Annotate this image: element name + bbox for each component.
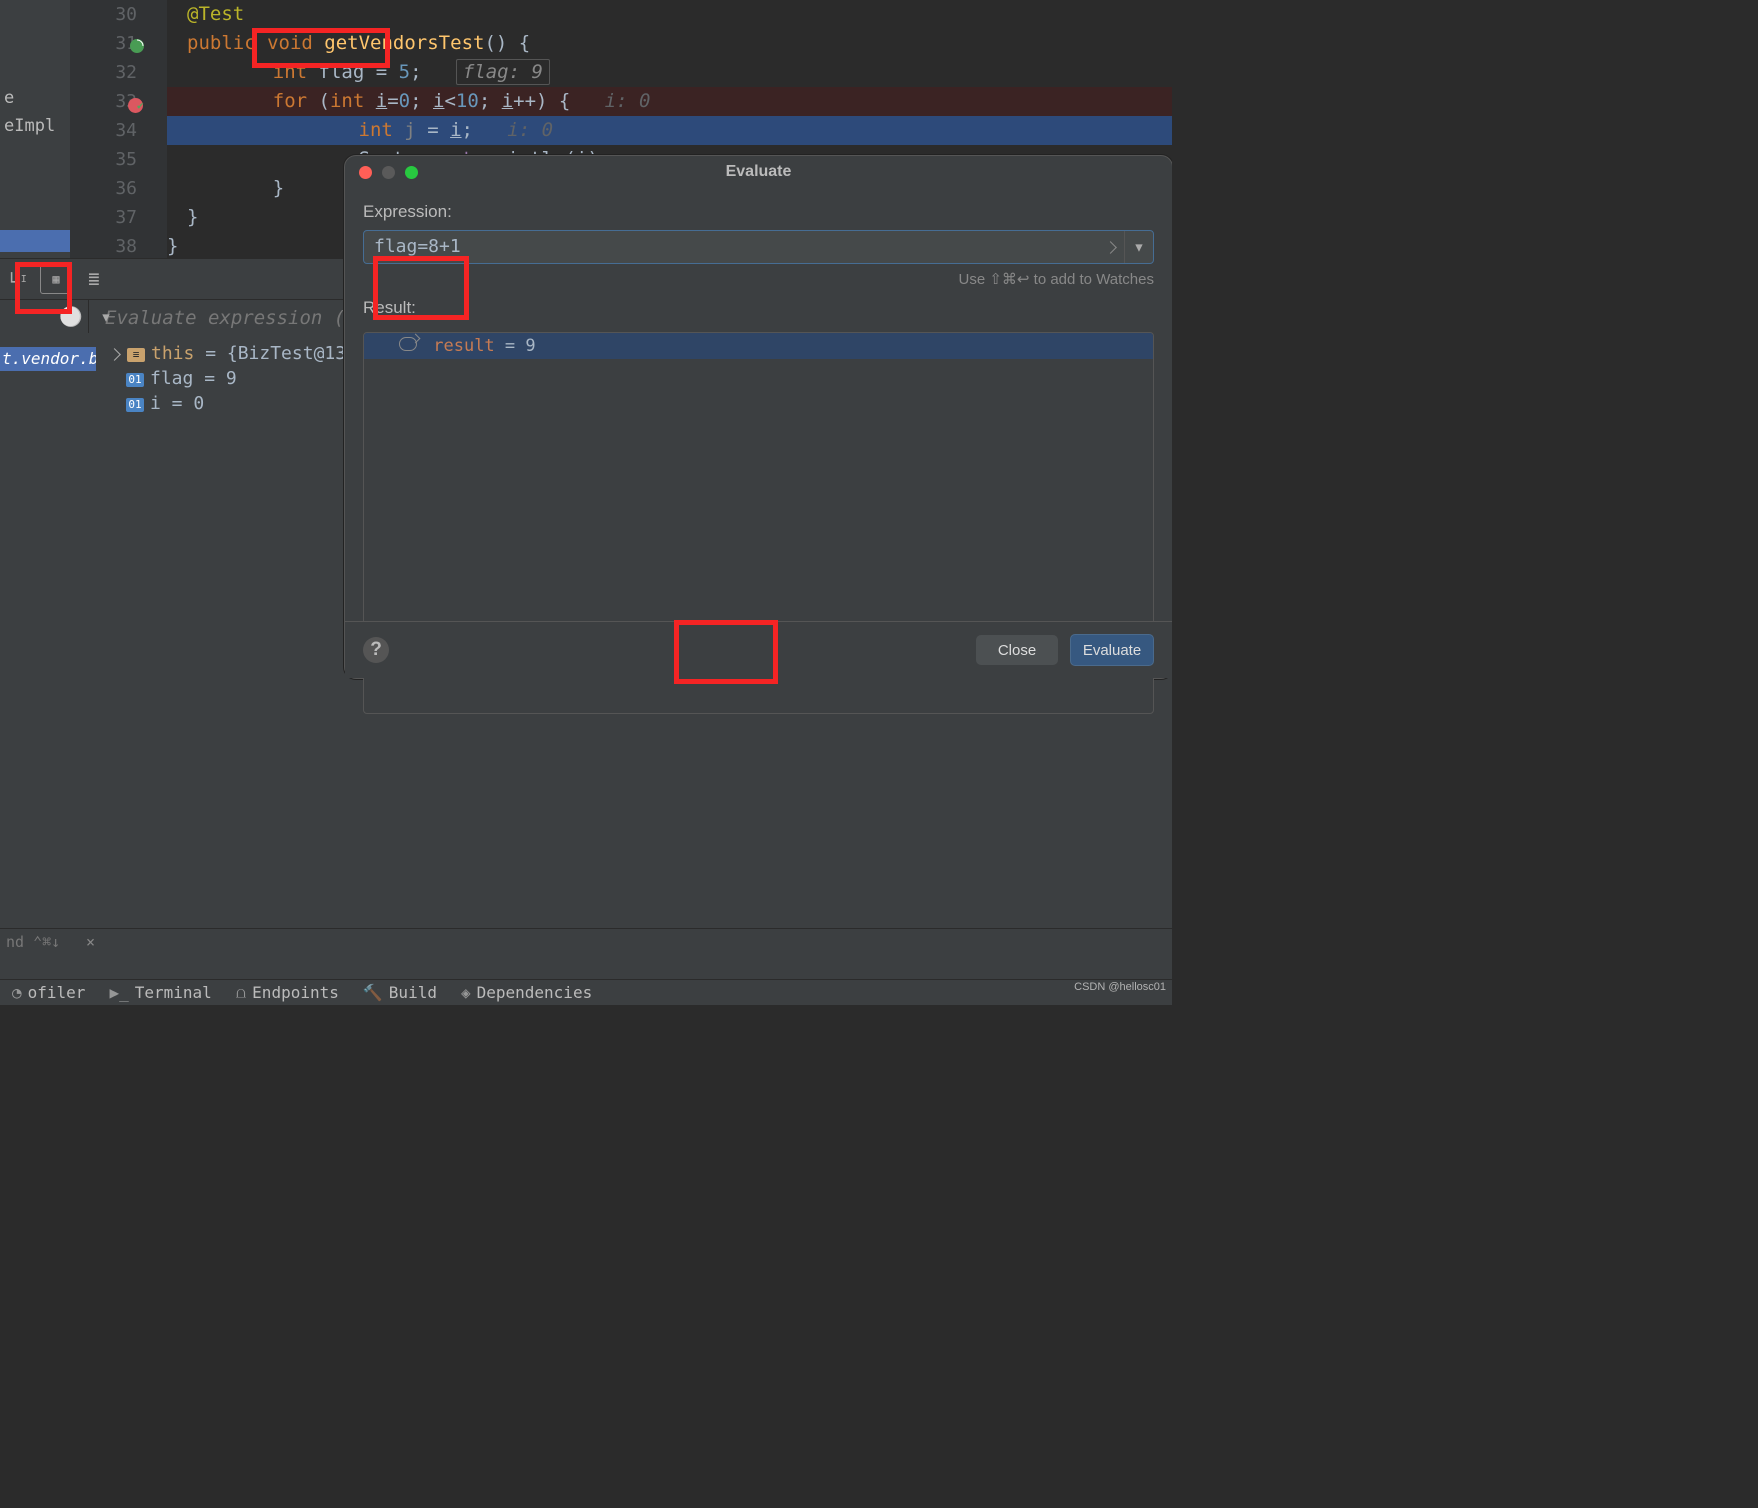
line-number[interactable]: 35 xyxy=(70,145,155,174)
expression-input[interactable]: flag=8+1 ▾ xyxy=(363,230,1154,264)
code-line[interactable]: @Test xyxy=(167,0,1172,29)
frames-panel[interactable]: t.vendor.biz) xyxy=(0,335,96,980)
bottom-tab[interactable]: ◈Dependencies xyxy=(461,983,592,1002)
cursor-icon[interactable]: ↳I xyxy=(6,267,30,291)
watermark: CSDN @hellosc01 xyxy=(1074,981,1166,993)
expand-icon[interactable] xyxy=(1096,231,1124,263)
filter-icon[interactable]: ⚪ xyxy=(54,299,89,333)
watches-hint: Use ⇧⌘↩ to add to Watches xyxy=(345,264,1172,288)
editor-gutter[interactable]: 30313233✔343536373839 xyxy=(70,0,155,258)
evaluate-dialog: Evaluate Expression: flag=8+1 ▾ Use ⇧⌘↩ … xyxy=(344,155,1172,679)
nav-hint: nd ⌃⌘↓× xyxy=(0,928,1172,955)
close-button[interactable]: Close xyxy=(976,635,1058,665)
frame-selected[interactable]: t.vendor.biz) xyxy=(0,347,96,371)
line-number[interactable]: 36 xyxy=(70,174,155,203)
line-number[interactable]: 33✔ xyxy=(70,87,155,116)
more-icon[interactable]: ≣ xyxy=(82,267,106,291)
line-number[interactable]: 31 xyxy=(70,29,155,58)
result-row[interactable]: result = 9 xyxy=(364,333,1153,359)
line-number[interactable]: 30 xyxy=(70,0,155,29)
code-line[interactable]: int flag = 5; flag: 9 xyxy=(167,58,1172,87)
line-number[interactable]: 32 xyxy=(70,58,155,87)
glasses-icon xyxy=(399,337,417,351)
calculator-icon[interactable]: ▦ xyxy=(40,264,72,294)
bottom-tab[interactable]: ◔ofiler xyxy=(12,983,85,1002)
code-line[interactable]: public void getVendorsTest() { xyxy=(167,29,1172,58)
code-line[interactable]: for (int i=0; i<10; i++) { i: 0 xyxy=(167,87,1172,116)
help-icon[interactable]: ? xyxy=(363,637,389,663)
tab-icon: ◔ xyxy=(12,983,22,1002)
bottom-tab[interactable]: ▶_Terminal xyxy=(109,983,211,1002)
tab-icon: 🔨 xyxy=(363,983,383,1002)
expression-label: Expression: xyxy=(345,188,1172,230)
bottom-toolbar: ◔ofiler ▶_Terminal ⩍Endpoints 🔨Build ◈Depend… xyxy=(0,979,1172,1005)
tab-icon: ▶_ xyxy=(109,983,128,1002)
expression-text[interactable]: flag=8+1 xyxy=(364,231,1096,263)
evaluate-button[interactable]: Evaluate xyxy=(1070,634,1154,666)
code-line[interactable]: int j = i; i: 0 xyxy=(167,116,1172,145)
close-icon[interactable]: × xyxy=(86,933,95,951)
line-number[interactable]: 37 xyxy=(70,203,155,232)
editor-fold-gutter[interactable] xyxy=(155,0,167,258)
bottom-tab[interactable]: 🔨Build xyxy=(363,983,437,1002)
history-dropdown-icon[interactable]: ▾ xyxy=(1124,231,1153,263)
tab-icon: ◈ xyxy=(461,983,471,1002)
line-number[interactable]: 38 xyxy=(70,232,155,261)
line-number[interactable]: 34 xyxy=(70,116,155,145)
tree-node[interactable]: eImpl xyxy=(0,114,70,138)
tree-selection[interactable] xyxy=(0,230,70,252)
bottom-tab[interactable]: ⩍Endpoints xyxy=(236,983,339,1003)
tree-node[interactable]: e xyxy=(0,86,70,110)
dialog-title: Evaluate xyxy=(345,163,1172,181)
dropdown-icon[interactable]: ▾ xyxy=(88,299,124,335)
result-label: Result: xyxy=(345,288,1172,326)
tab-icon: ⩍ xyxy=(236,983,246,1003)
project-tree[interactable]: e eImpl xyxy=(0,0,71,258)
